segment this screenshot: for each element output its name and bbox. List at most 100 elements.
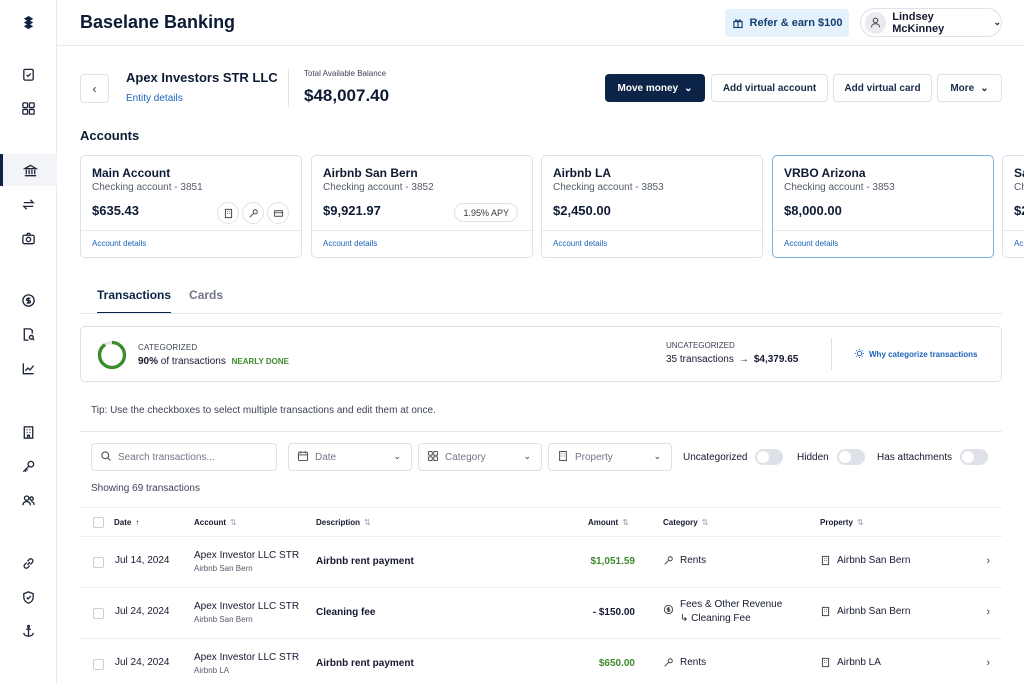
back-button[interactable]: ‹ [80,74,109,103]
uncategorized-toggle-label: Uncategorized [683,451,748,463]
header-property[interactable]: Property ⇅ [820,518,864,527]
add-virtual-account-button[interactable]: Add virtual account [711,74,828,102]
shield-icon[interactable] [0,581,57,613]
bank-icon[interactable] [0,154,57,186]
camera-icon[interactable] [0,222,57,254]
categorization-summary: CATEGORIZED 90% of transactions NEARLY D… [80,326,1002,382]
search-input[interactable]: Search transactions... [91,443,277,471]
chart-icon[interactable] [0,352,57,384]
sort-icon: ⇅ [856,518,864,527]
key-icon[interactable] [242,202,264,224]
dashboard-icon[interactable] [0,92,57,124]
account-card[interactable]: Main Account Checking account - 3851 $63… [80,155,302,258]
chevron-right-icon[interactable]: › [986,555,990,567]
key-icon[interactable] [0,450,57,482]
account-card[interactable]: Airbnb San Bern Checking account - 3852 … [311,155,533,258]
row-account: Apex Investor LLC STR [194,550,300,561]
refer-button[interactable]: Refer & earn $100 [725,9,849,37]
category-filter[interactable]: Category ⌄ [418,443,542,471]
hidden-toggle-label: Hidden [797,451,829,463]
dollar-icon[interactable] [0,284,57,316]
attachments-toggle[interactable]: Has attachments [877,448,989,466]
select-all-checkbox[interactable] [93,517,104,528]
divider [1003,230,1024,231]
apy-badge: 1.95% APY [454,203,518,222]
row-category[interactable]: Rents [663,657,706,671]
move-money-label: Move money [617,82,679,94]
categorized-label: CATEGORIZED [138,343,198,352]
chevron-down-icon: ⌄ [684,82,693,94]
row-category-label: Rents [680,657,707,668]
header-description[interactable]: Description ⇅ [316,518,371,527]
divider [312,230,532,231]
arrow-up-icon: ↑ [135,518,140,527]
search-doc-icon[interactable] [0,318,57,350]
account-balance: $2 [1014,203,1024,218]
anchor-icon[interactable] [0,615,57,647]
toggle-switch[interactable] [755,449,784,465]
account-details-link[interactable]: Ac [1014,239,1023,248]
row-checkbox[interactable] [93,557,104,568]
users-icon[interactable] [0,484,57,516]
row-property[interactable]: Airbnb San Bern [820,555,910,569]
categorized-of: of transactions [160,356,226,367]
balance-label: Total Available Balance [304,69,387,78]
checklist-icon[interactable] [0,58,57,90]
account-details-link[interactable]: Account details [323,239,377,248]
property-filter[interactable]: Property ⌄ [548,443,672,471]
tab-cards[interactable]: Cards [189,288,223,314]
why-categorize-label: Why categorize transactions [869,350,978,359]
hidden-toggle[interactable]: Hidden [797,448,865,466]
account-sub: Checking account - 3853 [784,182,895,193]
uncategorized-toggle[interactable]: Uncategorized [683,448,784,466]
account-details-link[interactable]: Account details [784,239,838,248]
row-category[interactable]: Rents [663,555,706,569]
table-row[interactable]: Jul 24, 2024 Apex Investor LLC STR Airbn… [80,639,1002,690]
entity-details-link[interactable]: Entity details [126,93,183,104]
divider [80,431,1002,432]
arrow-right-icon: → [738,354,749,365]
row-checkbox[interactable] [93,659,104,670]
table-row[interactable]: Jul 24, 2024 Apex Investor LLC STR Airbn… [80,588,1002,639]
row-property[interactable]: Airbnb LA [820,657,881,671]
row-checkbox[interactable] [93,608,104,619]
chevron-right-icon[interactable]: › [986,657,990,669]
date-filter[interactable]: Date ⌄ [288,443,412,471]
row-date: Jul 14, 2024 [115,555,170,566]
row-property[interactable]: Airbnb San Bern [820,606,910,620]
row-description: Cleaning fee [316,607,376,618]
more-button[interactable]: More ⌄ [937,74,1002,102]
account-details-link[interactable]: Account details [92,239,146,248]
account-card[interactable]: Airbnb LA Checking account - 3853 $2,450… [541,155,763,258]
header-amount[interactable]: Amount ⇅ [588,518,629,527]
header-account[interactable]: Account ⇅ [194,518,237,527]
account-details-link[interactable]: Account details [553,239,607,248]
move-money-button[interactable]: Move money ⌄ [605,74,705,102]
account-card[interactable]: Sa Ch $2 Ac [1002,155,1024,258]
building-icon[interactable] [217,202,239,224]
grid-icon [427,450,439,465]
account-card[interactable]: VRBO Arizona Checking account - 3853 $8,… [772,155,994,258]
user-menu[interactable]: Lindsey McKinney ⌄ [860,8,1002,37]
toggle-switch[interactable] [960,449,989,465]
logo-icon[interactable] [0,6,57,38]
chevron-right-icon[interactable]: › [986,606,990,618]
link-icon[interactable] [0,547,57,579]
account-name: VRBO Arizona [784,166,866,180]
toggle-switch[interactable] [836,449,865,465]
categorized-text: 90% of transactions NEARLY DONE [138,356,289,367]
building-icon[interactable] [0,416,57,448]
search-icon [100,450,112,465]
card-icon[interactable] [267,202,289,224]
tab-transactions[interactable]: Transactions [97,288,172,314]
row-category[interactable]: Fees & Other Revenue ↳ Cleaning Fee [663,599,782,624]
table-row[interactable]: Jul 14, 2024 Apex Investor LLC STR Airbn… [80,537,1002,588]
add-virtual-card-button[interactable]: Add virtual card [833,74,932,102]
header-date[interactable]: Date ↑ [114,518,139,527]
header-category[interactable]: Category ⇅ [663,518,708,527]
uncategorized-amount: $4,379.65 [753,354,799,365]
row-description: Airbnb rent payment [316,658,414,669]
transfer-icon[interactable] [0,188,57,220]
row-property-label: Airbnb San Bern [837,555,911,566]
why-categorize-link[interactable]: Why categorize transactions [854,348,977,361]
